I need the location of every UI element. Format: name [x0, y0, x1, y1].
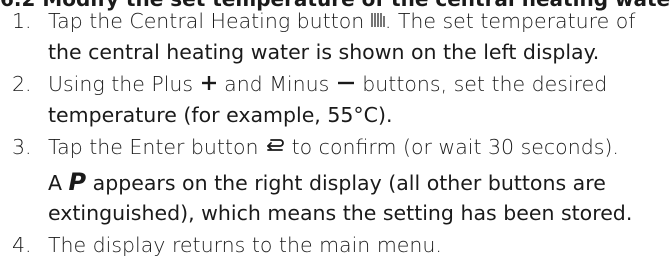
step-2-text-a: Using the Plus [48, 72, 200, 96]
step-1-text-a: Tap the Central Heating button [48, 9, 371, 33]
plus-icon [200, 72, 218, 98]
step-3-paragraph-line-2: extinguished), which means the setting h… [48, 201, 633, 225]
step-3-line-1: Tap the Enter button to confirm (or wait… [48, 134, 619, 161]
step-3-para-b: appears on the right display (all other … [86, 171, 606, 195]
step-3-text-b: to confirm (or wait 30 seconds). [285, 135, 619, 159]
step-number: 4. [12, 233, 32, 257]
step-2-text-b: and Minus [217, 72, 336, 96]
minus-icon [336, 72, 356, 98]
step-4-line-1: The display returns to the main menu. [48, 233, 442, 257]
step-3-text-a: Tap the Enter button [48, 135, 266, 159]
step-2-line-1: Using the Plus and Minus buttons, set th… [48, 71, 607, 98]
radiator-icon [371, 9, 385, 35]
step-2-text-c: buttons, set the desired [355, 72, 608, 96]
p-symbol: P [68, 168, 87, 196]
step-number: 2. [12, 72, 32, 96]
step-3-para-a: A [48, 171, 69, 195]
step-1-line-2: the central heating water is shown on th… [48, 40, 600, 64]
step-2-line-2: temperature (for example, 55°C). [48, 103, 393, 127]
step-number: 1. [12, 9, 32, 33]
step-1-text-b: . The set temperature of [384, 9, 636, 33]
step-3-paragraph-line-1: A P appears on the right display (all ot… [48, 169, 606, 196]
enter-icon [265, 135, 285, 161]
step-number: 3. [12, 135, 32, 159]
step-1-line-1: Tap the Central Heating button . The set… [48, 8, 635, 35]
